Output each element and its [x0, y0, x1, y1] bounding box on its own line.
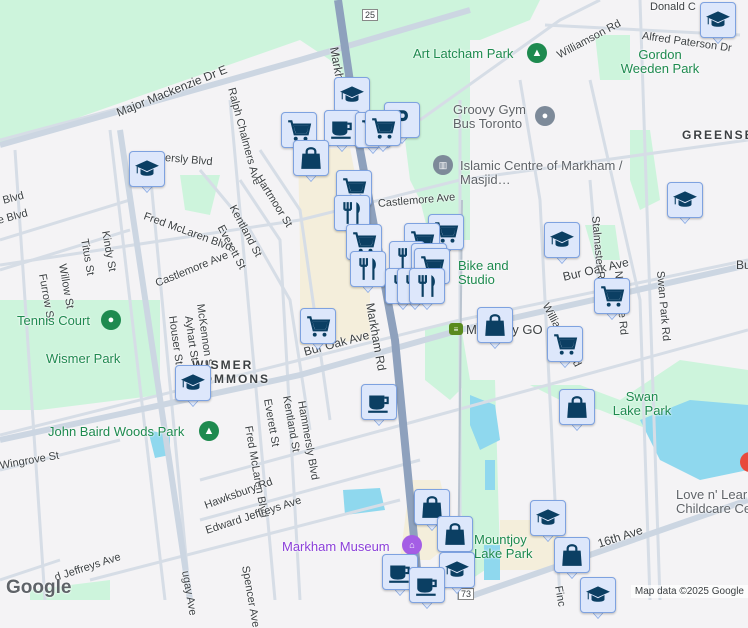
marker-box	[700, 2, 736, 38]
marker-box	[530, 500, 566, 536]
marker-box	[350, 251, 386, 287]
marker-box	[334, 77, 370, 113]
marker-box	[175, 365, 211, 401]
school-marker[interactable]	[700, 2, 736, 46]
street-label: Bu	[736, 258, 748, 272]
shopping-icon	[559, 542, 585, 568]
place-label[interactable]: Art Latcham Park	[413, 46, 513, 61]
school-marker[interactable]	[175, 365, 211, 409]
school-marker[interactable]	[129, 151, 165, 195]
school-icon	[585, 582, 611, 608]
cafe-marker[interactable]	[361, 384, 397, 428]
map-canvas[interactable]	[0, 0, 748, 600]
marker-box	[365, 110, 401, 146]
grocery-icon	[599, 283, 625, 309]
marker-box	[409, 567, 445, 603]
restaurant-icon	[355, 256, 381, 282]
school-marker[interactable]	[667, 182, 703, 226]
route-shield: 25	[362, 9, 379, 21]
mosque-pin-icon[interactable]: ▥	[433, 155, 453, 175]
place-label[interactable]: Mountjoy Lake Park	[474, 533, 534, 561]
school-icon	[180, 370, 206, 396]
cafe-icon	[366, 389, 392, 415]
marker-box	[667, 182, 703, 218]
grocery-marker[interactable]	[594, 278, 630, 322]
shopping-marker[interactable]	[477, 307, 513, 351]
marker-box	[594, 278, 630, 314]
school-icon	[444, 557, 470, 583]
place-label[interactable]: Bike and Studio	[458, 259, 518, 287]
marker-box	[129, 151, 165, 187]
marker-box	[361, 384, 397, 420]
poi-pin-icon[interactable]: ●	[101, 310, 121, 330]
grocery-marker[interactable]	[300, 308, 336, 352]
place-label[interactable]: John Baird Woods Park	[48, 424, 184, 439]
place-label[interactable]: Wismer Park	[46, 351, 120, 366]
school-marker[interactable]	[580, 577, 616, 621]
place-label[interactable]: Islamic Centre of Markham / Masjid…	[460, 159, 630, 187]
museum-pin-icon[interactable]: ⌂	[402, 535, 422, 555]
place-label[interactable]: Markham Museum	[282, 539, 390, 554]
marker-box	[300, 308, 336, 344]
shopping-icon	[564, 394, 590, 420]
school-icon	[549, 227, 575, 253]
marker-box	[554, 537, 590, 573]
school-icon	[134, 156, 160, 182]
restaurant-icon	[414, 273, 440, 299]
marker-box	[437, 516, 473, 552]
poi-pin-icon[interactable]: ●	[535, 106, 555, 126]
place-label[interactable]: Groovy Gym Bus Toronto	[453, 103, 533, 131]
marker-box	[477, 307, 513, 343]
place-label[interactable]: Tennis Court	[17, 313, 90, 328]
school-icon	[672, 187, 698, 213]
park-pin-icon[interactable]: ▲	[199, 421, 219, 441]
school-marker[interactable]	[544, 222, 580, 266]
school-icon	[705, 7, 731, 33]
marker-box	[547, 326, 583, 362]
grocery-marker[interactable]	[365, 110, 401, 154]
marker-box	[580, 577, 616, 613]
shopping-icon	[482, 312, 508, 338]
school-icon	[339, 82, 365, 108]
area-label: GREENSB	[682, 128, 748, 142]
cafe-marker[interactable]	[409, 567, 445, 611]
place-label[interactable]: Gordon Weeden Park	[620, 48, 700, 76]
place-label[interactable]: Swan Lake Park	[612, 390, 672, 418]
grocery-marker[interactable]	[547, 326, 583, 370]
cafe-icon	[329, 115, 355, 141]
shopping-icon	[442, 521, 468, 547]
marker-box	[559, 389, 595, 425]
grocery-icon	[552, 331, 578, 357]
marker-box	[293, 140, 329, 176]
restaurant-icon	[339, 200, 365, 226]
shopping-marker[interactable]	[293, 140, 329, 184]
cafe-icon	[414, 572, 440, 598]
map-attribution[interactable]: Map data ©2025 Google	[630, 585, 748, 598]
park-pin-icon[interactable]: ▲	[527, 43, 547, 63]
shopping-marker[interactable]	[554, 537, 590, 581]
shopping-marker[interactable]	[559, 389, 595, 433]
shopping-icon	[298, 145, 324, 171]
place-label[interactable]: Love n' Learn Childcare Centre	[676, 488, 748, 516]
restaurant-marker[interactable]	[350, 251, 386, 295]
transit-station-icon[interactable]: ≡	[449, 323, 463, 335]
google-logo: Google	[6, 577, 72, 598]
grocery-icon	[305, 313, 331, 339]
marker-box	[409, 268, 445, 304]
school-icon	[535, 505, 561, 531]
street-label: Donald C	[650, 1, 696, 13]
restaurant-marker[interactable]	[409, 268, 445, 312]
grocery-icon	[370, 115, 396, 141]
marker-box	[544, 222, 580, 258]
